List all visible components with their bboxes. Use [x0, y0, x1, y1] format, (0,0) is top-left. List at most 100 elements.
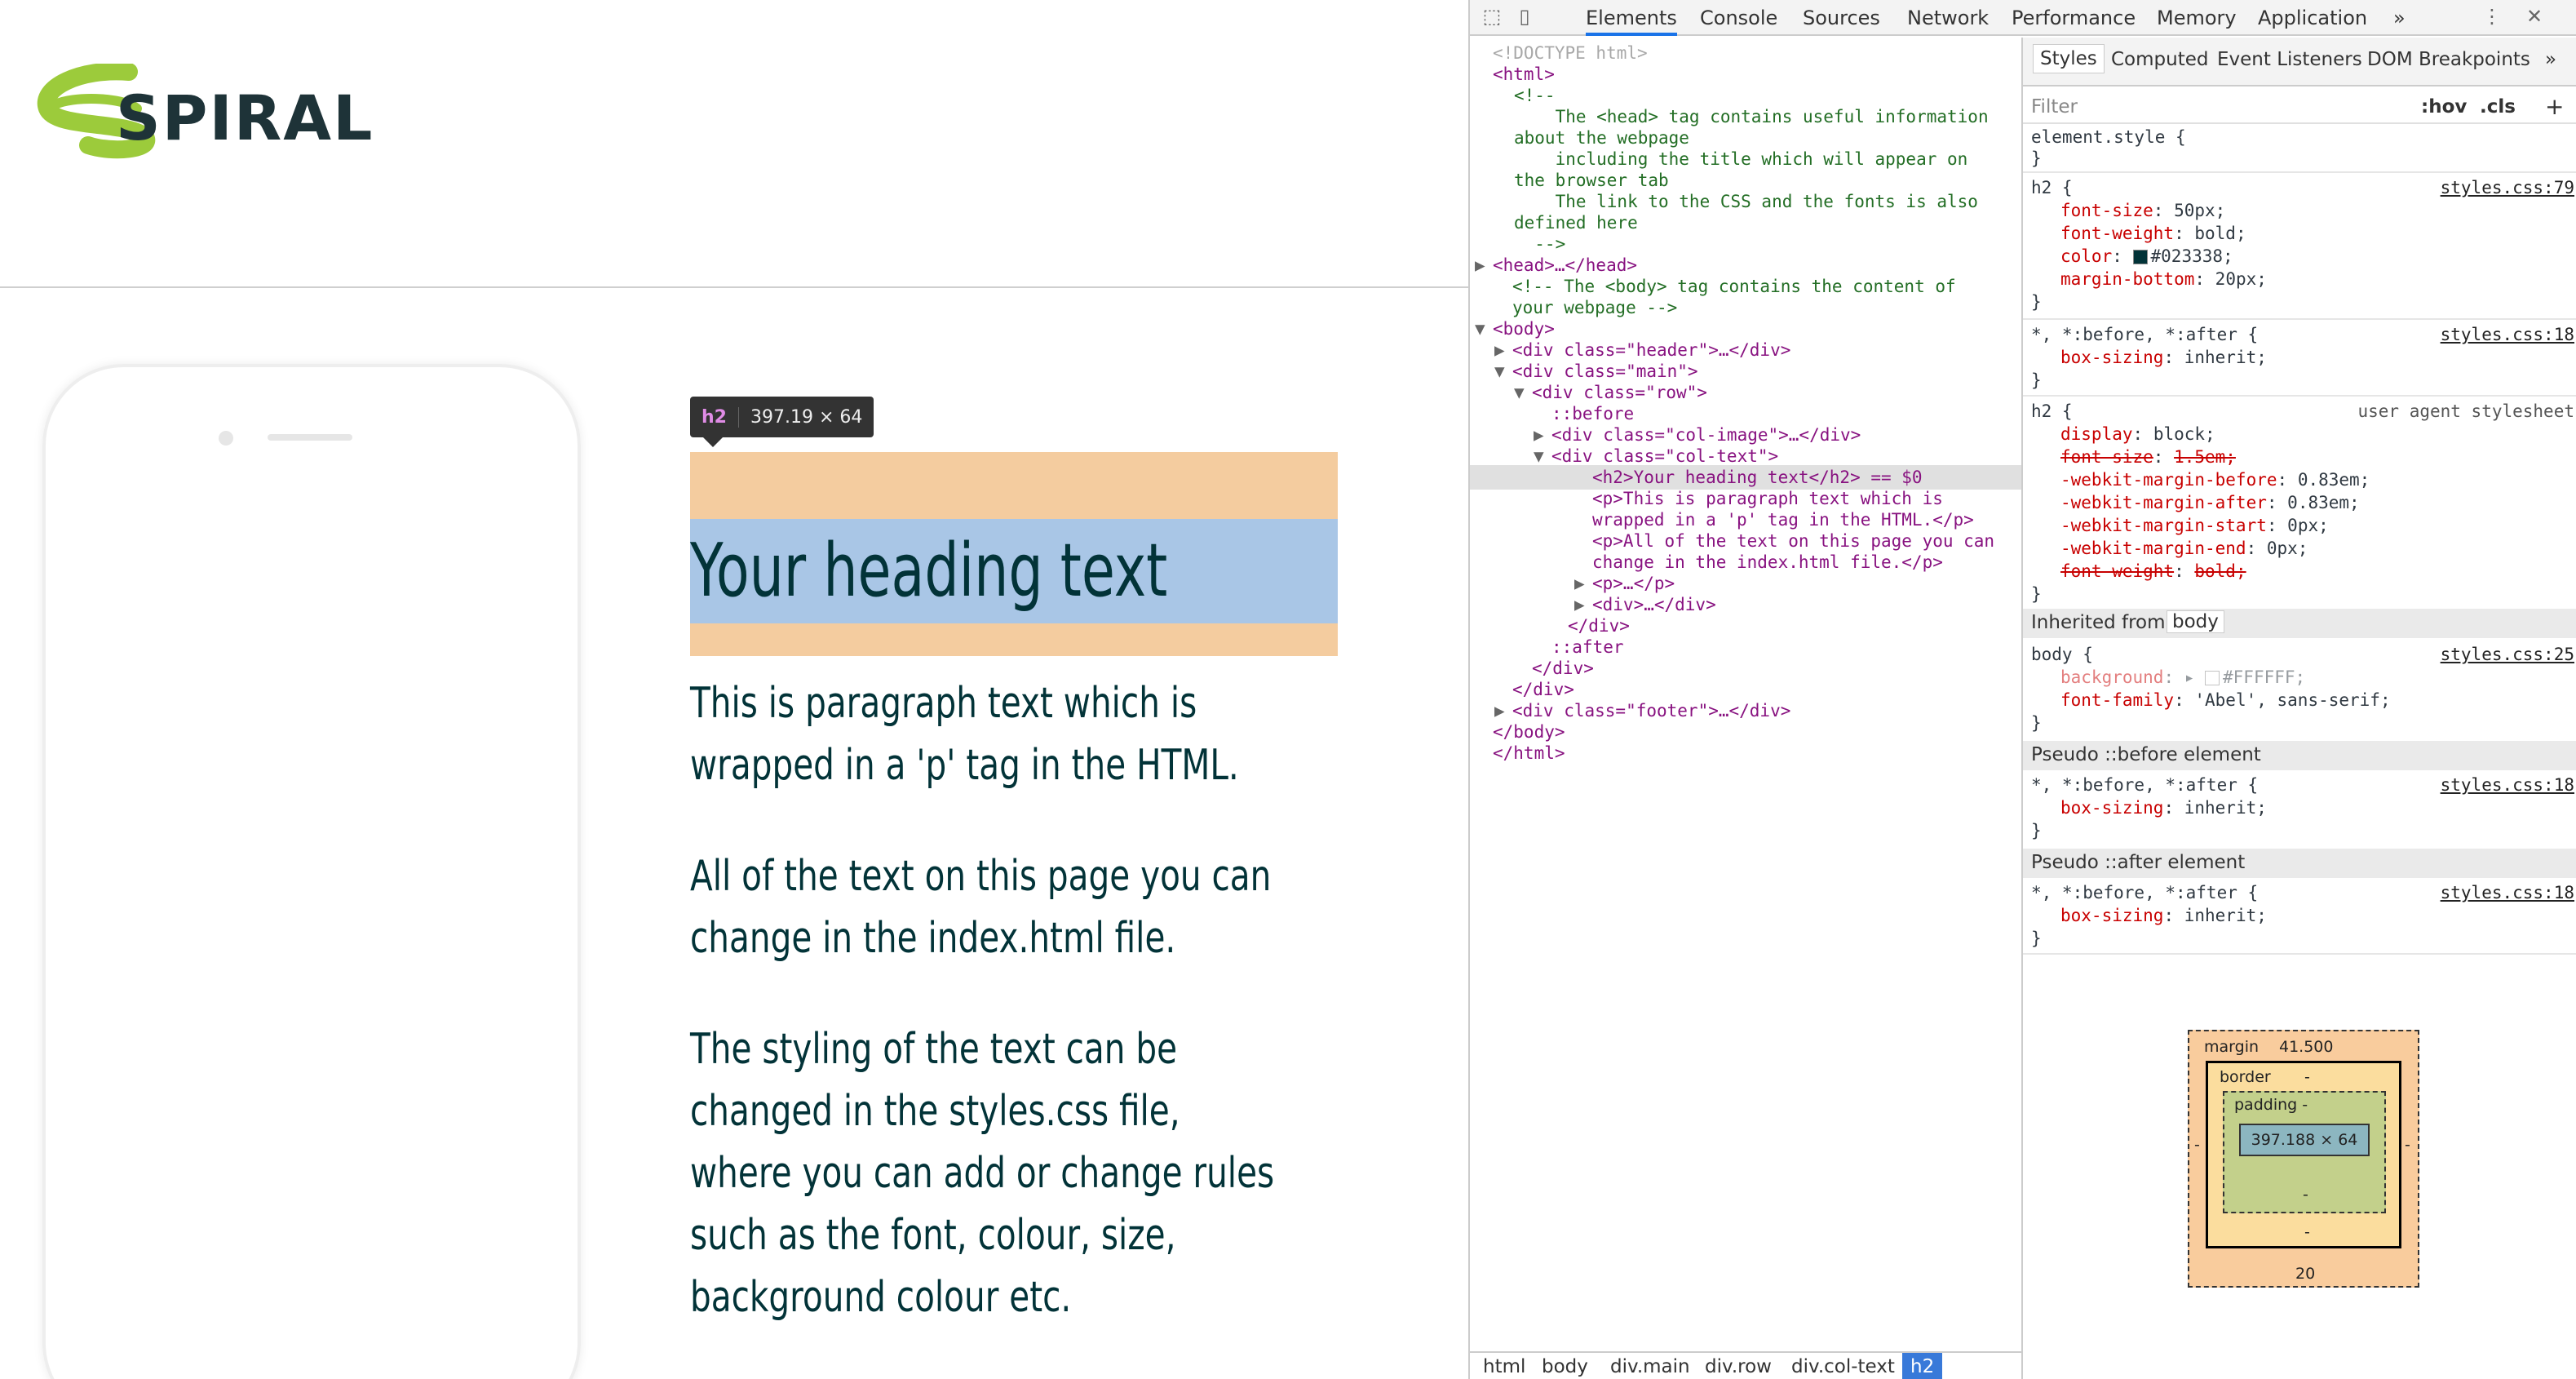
dom-node-line[interactable]: ▼ <div class="col-text">: [1534, 446, 1778, 467]
close-brace[interactable]: }: [2031, 713, 2042, 733]
dom-node-line[interactable]: <!-- The <body> tag contains the content…: [1512, 276, 1956, 297]
dom-node-line[interactable]: The link to the CSS and the fonts is als…: [1514, 191, 1978, 212]
dom-node-line[interactable]: ::after: [1551, 636, 1624, 658]
css-property[interactable]: box-sizing: inherit;: [2060, 798, 2267, 818]
dom-node-line[interactable]: ▶ <p>…</p>: [1574, 573, 1675, 594]
more-tabs-icon[interactable]: »: [2393, 7, 2406, 29]
close-brace[interactable]: }: [2031, 821, 2042, 840]
filter-input[interactable]: Filter: [2031, 96, 2078, 118]
dom-node-line[interactable]: <p>All of the text on this page you can: [1592, 530, 1994, 552]
bm-margin-top[interactable]: 41.500: [2279, 1038, 2333, 1056]
bm-content-box[interactable]: 397.188 × 64: [2239, 1124, 2370, 1156]
hov-toggle[interactable]: :hov: [2421, 96, 2467, 118]
tab-elements[interactable]: Elements: [1586, 7, 1677, 36]
css-property[interactable]: color: #023338;: [2060, 246, 2233, 266]
close-brace[interactable]: }: [2031, 292, 2042, 312]
tab-console[interactable]: Console: [1700, 7, 1777, 29]
css-property[interactable]: font-size: 50px;: [2060, 201, 2225, 220]
star-rule-selector[interactable]: *, *:before, *:after {: [2031, 775, 2258, 795]
star-rule-selector[interactable]: *, *:before, *:after {: [2031, 883, 2258, 902]
close-brace[interactable]: }: [2031, 149, 2042, 168]
css-property[interactable]: font-size: 1.5em;: [2060, 447, 2236, 467]
expand-toggle-icon[interactable]: ▶: [1494, 700, 1515, 721]
dom-node-line[interactable]: your webpage -->: [1512, 297, 1677, 318]
dom-node-line[interactable]: the browser tab: [1514, 170, 1669, 191]
expand-toggle-icon[interactable]: ▶: [1574, 594, 1595, 615]
css-property[interactable]: -webkit-margin-start: 0px;: [2060, 516, 2329, 535]
tab-sources[interactable]: Sources: [1803, 7, 1880, 29]
breadcrumb-body[interactable]: body: [1542, 1356, 1588, 1377]
dom-node-line[interactable]: <html>: [1493, 64, 1555, 85]
tab-performance[interactable]: Performance: [2012, 7, 2136, 29]
breadcrumb-div-col-text[interactable]: div.col-text: [1791, 1356, 1895, 1377]
dom-node-line[interactable]: ▶ <div class="footer">…</div>: [1494, 700, 1790, 721]
dom-node-line[interactable]: wrapped in a 'p' tag in the HTML.</p>: [1592, 509, 1974, 530]
expand-toggle-icon[interactable]: ▶: [1534, 424, 1554, 446]
css-property[interactable]: -webkit-margin-before: 0.83em;: [2060, 470, 2370, 490]
tab-computed[interactable]: Computed: [2111, 49, 2208, 70]
close-brace[interactable]: }: [2031, 584, 2042, 604]
close-brace[interactable]: }: [2031, 370, 2042, 390]
breadcrumb-h2[interactable]: h2: [1902, 1353, 1943, 1379]
expand-toggle-icon[interactable]: ▼: [1475, 318, 1495, 339]
tab-dom-breakpoints[interactable]: DOM Breakpoints: [2367, 49, 2530, 70]
dom-node-line[interactable]: The <head> tag contains useful informati…: [1514, 106, 1989, 127]
css-property[interactable]: -webkit-margin-after: 0.83em;: [2060, 493, 2360, 512]
rule-source-link[interactable]: styles.css:79: [2441, 178, 2574, 197]
tab-network[interactable]: Network: [1907, 7, 1989, 29]
elements-tree[interactable]: <!DOCTYPE html> <html> <!-- The <head> tag…: [1470, 38, 2021, 1351]
dom-node-line[interactable]: -->: [1514, 233, 1565, 255]
dom-node-line[interactable]: ▶ <head>…</head>: [1475, 255, 1637, 276]
inspect-element-icon[interactable]: ⬚: [1480, 5, 1504, 29]
dom-node-line[interactable]: about the webpage: [1514, 127, 1689, 149]
breadcrumb-html[interactable]: html: [1483, 1356, 1525, 1377]
dom-node-line[interactable]: <h2>Your heading text</h2> == $0: [1592, 467, 1923, 488]
expand-toggle-icon[interactable]: ▼: [1514, 382, 1534, 403]
bm-margin-right[interactable]: -: [2405, 1136, 2410, 1154]
expand-toggle-icon[interactable]: ▼: [1534, 446, 1554, 467]
breadcrumb-div-row[interactable]: div.row: [1705, 1356, 1772, 1377]
dom-node-line[interactable]: ::before: [1551, 403, 1634, 424]
css-property[interactable]: box-sizing: inherit;: [2060, 906, 2267, 925]
css-property[interactable]: box-sizing: inherit;: [2060, 348, 2267, 367]
element-style-selector[interactable]: element.style {: [2031, 127, 2186, 147]
dom-node-line[interactable]: <p>This is paragraph text which is: [1592, 488, 1943, 509]
rule-source-link[interactable]: styles.css:18: [2441, 325, 2574, 344]
css-property[interactable]: font-weight: bold;: [2060, 224, 2246, 243]
css-property[interactable]: display: block;: [2060, 424, 2215, 444]
expand-toggle-icon[interactable]: ▶: [1574, 573, 1595, 594]
dom-node-line[interactable]: <!DOCTYPE html>: [1493, 42, 1648, 64]
tab-application[interactable]: Application: [2258, 7, 2367, 29]
css-property[interactable]: background: ▸ #FFFFFF;: [2060, 667, 2305, 687]
dom-node-line[interactable]: including the title which will appear on: [1514, 149, 1968, 170]
cls-toggle[interactable]: .cls: [2480, 96, 2516, 118]
bm-padding-bottom[interactable]: -: [2303, 1186, 2308, 1204]
dom-node-line[interactable]: </div>: [1512, 679, 1574, 700]
css-property[interactable]: font-weight: bold;: [2060, 561, 2246, 581]
device-toolbar-icon[interactable]: ▯: [1512, 5, 1537, 29]
css-property[interactable]: -webkit-margin-end: 0px;: [2060, 539, 2308, 558]
rule-source-link[interactable]: styles.css:18: [2441, 775, 2574, 795]
dom-node-line[interactable]: ▶ <div class="header">…</div>: [1494, 339, 1790, 361]
ua-rule-selector[interactable]: h2 {: [2031, 401, 2073, 421]
body-rule-selector[interactable]: body {: [2031, 645, 2093, 664]
dom-node-line[interactable]: change in the index.html file.</p>: [1592, 552, 1943, 573]
css-property[interactable]: margin-bottom: 20px;: [2060, 269, 2267, 289]
tab-event-listeners[interactable]: Event Listeners: [2217, 49, 2362, 70]
add-rule-icon[interactable]: +: [2545, 93, 2564, 120]
dom-node-line[interactable]: <!--: [1514, 85, 1556, 106]
h2-rule-selector[interactable]: h2 {: [2031, 178, 2073, 197]
bm-margin-bottom[interactable]: 20: [2295, 1265, 2315, 1283]
dom-node-line[interactable]: ▼ <div class="row">: [1514, 382, 1707, 403]
close-icon[interactable]: ✕: [2522, 5, 2547, 29]
rule-source-link[interactable]: styles.css:18: [2441, 883, 2574, 902]
dom-node-line[interactable]: ▶ <div>…</div>: [1574, 594, 1716, 615]
tab-memory[interactable]: Memory: [2157, 7, 2237, 29]
more-subtabs-icon[interactable]: »: [2545, 49, 2556, 70]
rule-source-link[interactable]: styles.css:25: [2441, 645, 2574, 664]
expand-toggle-icon[interactable]: ▶: [1494, 339, 1515, 361]
dom-node-line[interactable]: defined here: [1514, 212, 1638, 233]
css-property[interactable]: font-family: 'Abel', sans-serif;: [2060, 690, 2391, 710]
kebab-menu-icon[interactable]: ⋮: [2480, 5, 2504, 29]
tab-styles[interactable]: Styles: [2033, 44, 2105, 73]
